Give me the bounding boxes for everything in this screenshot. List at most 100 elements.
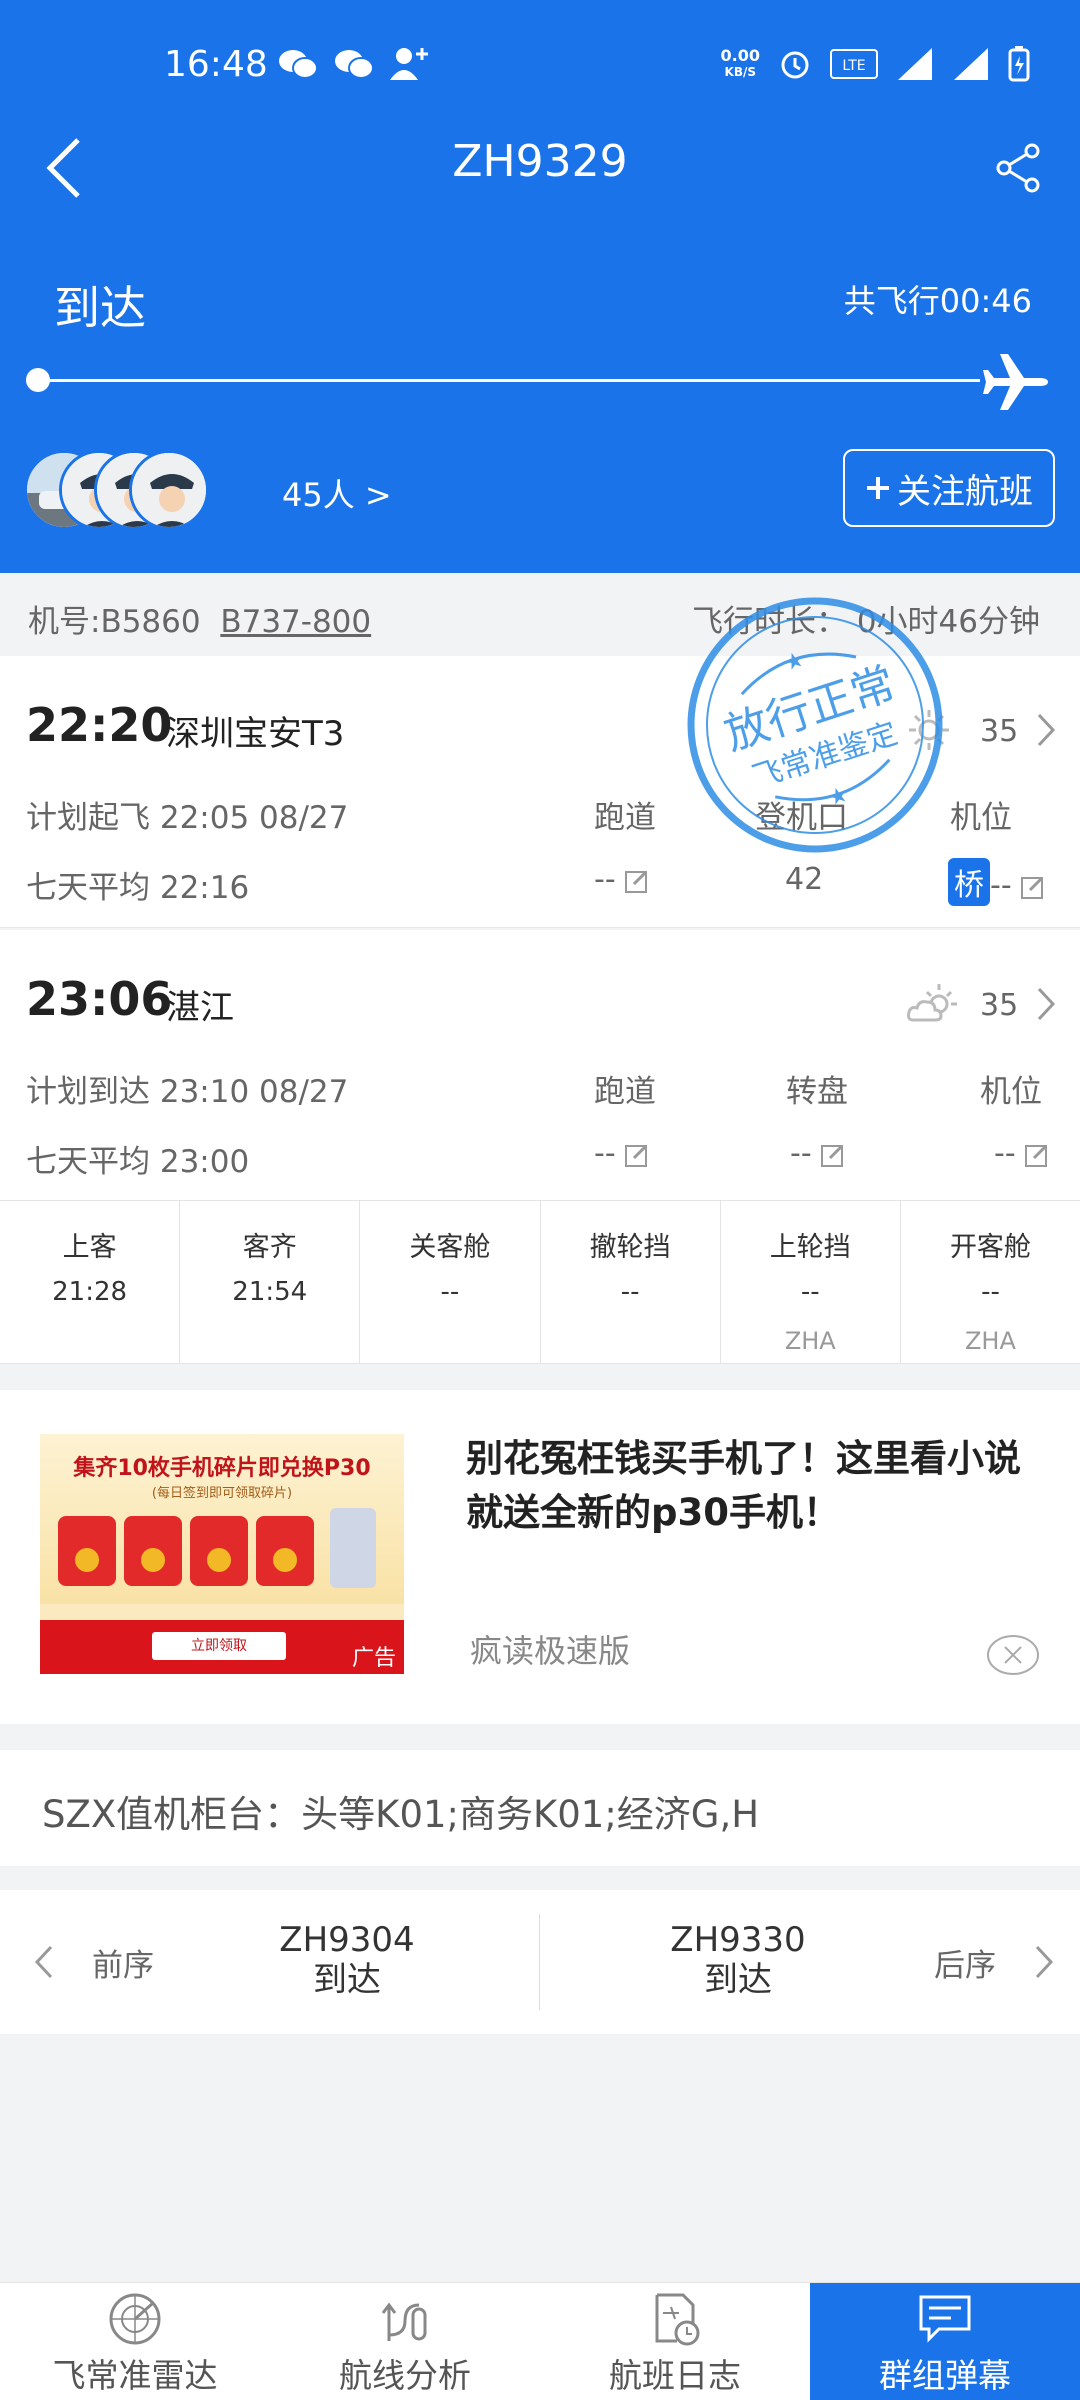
edit-icon[interactable] xyxy=(624,1142,650,1168)
boarding-progress-grid: 上客 21:28 客齐 21:54 关客舱 -- 撤轮挡 -- 上轮挡 -- ZHA 开客舱 -- ZHA xyxy=(0,1200,1080,1364)
network-speed: 0.00 KB/S xyxy=(720,46,760,80)
chevron-left-icon[interactable] xyxy=(34,1944,54,1980)
stand-header: 机位 xyxy=(950,800,1012,836)
boarding-step-label: 开客舱 xyxy=(949,1232,1031,1263)
boarding-step-label: 撤轮挡 xyxy=(589,1232,671,1263)
ad-claim-button[interactable]: 立即领取 xyxy=(152,1632,286,1660)
flight-log-icon xyxy=(655,2293,700,2346)
tab-group-chat-label: 群组弹幕 xyxy=(879,2356,1011,2395)
carousel-header: 转盘 xyxy=(786,1074,848,1110)
tab-radar-label: 飞常准雷达 xyxy=(52,2356,218,2395)
arrival-carousel[interactable]: -- xyxy=(790,1136,846,1171)
runway-header: 跑道 xyxy=(594,800,656,836)
edit-icon[interactable] xyxy=(624,868,650,894)
ad-image[interactable]: 集齐10枚手机碎片即兑换P30 (每日签到即可领取碎片) 立即领取 广告 xyxy=(40,1434,404,1674)
edit-icon[interactable] xyxy=(1020,874,1046,900)
boarding-step-label: 上客 xyxy=(62,1232,117,1263)
ad-image-subtitle: (每日签到即可领取碎片) xyxy=(151,1486,293,1501)
edit-icon[interactable] xyxy=(820,1142,846,1168)
boarding-step-time: -- xyxy=(800,1277,820,1307)
boarding-step-time: -- xyxy=(620,1277,640,1307)
flight-duration: 共飞行00:46 xyxy=(843,282,1032,320)
status-bar-system: 0.00 KB/S LTE xyxy=(721,46,1030,82)
boarding-step-label: 上轮挡 xyxy=(769,1232,851,1263)
close-ad-icon[interactable] xyxy=(986,1634,1040,1676)
aircraft-registration: 机号:B5860 xyxy=(28,604,201,640)
wechat-icon xyxy=(279,50,318,79)
jet-bridge-badge: 桥 xyxy=(948,858,990,906)
departure-runway[interactable]: -- xyxy=(594,862,650,897)
add-contact-icon xyxy=(390,48,428,80)
route-analysis-icon xyxy=(381,2302,427,2341)
aircraft-type-link[interactable]: B737-800 xyxy=(220,604,371,640)
progress-start-dot xyxy=(26,368,50,392)
chevron-right-icon[interactable] xyxy=(1036,986,1056,1022)
previous-flight[interactable]: ZH9304 到达 xyxy=(217,1920,477,2000)
next-flight-status: 到达 xyxy=(704,1960,772,2000)
status-bar-notifications xyxy=(278,46,430,82)
flight-sequence-nav: 前序 ZH9304 到达 ZH9330 到达 后序 xyxy=(0,1890,1080,2034)
arrival-seven-day-avg: 七天平均 23:00 xyxy=(26,1144,250,1180)
ad-label: 广告 xyxy=(351,1646,396,1671)
svg-text:LTE: LTE xyxy=(842,58,865,74)
chevron-right-icon[interactable] xyxy=(1036,712,1056,748)
page-title: ZH9329 xyxy=(452,136,628,187)
tab-group-chat[interactable]: 群组弹幕 xyxy=(810,2283,1080,2400)
boarding-step-time: 21:54 xyxy=(232,1277,308,1307)
departure-temperature: 35 xyxy=(980,714,1019,749)
checkin-counter-text: SZX值机柜台：头等K01;商务K01;经济G,H xyxy=(42,1793,760,1836)
tab-flight-log[interactable]: 航班日志 xyxy=(540,2283,810,2400)
departure-airport: 深圳宝安T3 xyxy=(166,714,345,754)
runway-header: 跑道 xyxy=(594,1074,656,1110)
departure-planned: 计划起飞 22:05 08/27 xyxy=(26,800,349,836)
stand-header: 机位 xyxy=(980,1074,1042,1110)
boarding-step: 撤轮挡 -- xyxy=(541,1201,721,1363)
follow-flight-label: 关注航班 xyxy=(897,471,1033,512)
plus-icon xyxy=(867,477,889,499)
arrival-airport: 湛江 xyxy=(166,988,234,1028)
volte-icon: LTE xyxy=(830,49,878,79)
flight-progress-track xyxy=(40,379,980,382)
ad-banner[interactable]: 集齐10枚手机碎片即兑换P30 (每日签到即可领取碎片) 立即领取 广告 别花冤… xyxy=(0,1390,1080,1724)
on-time-release-stamp: 放行正常 飞常准鉴定 ★ ★ xyxy=(687,597,943,853)
chevron-right-icon[interactable] xyxy=(1034,1944,1054,1980)
tab-route-analysis[interactable]: 航线分析 xyxy=(270,2283,540,2400)
previous-flight-number: ZH9304 xyxy=(279,1920,415,1960)
boarding-step-time: 21:28 xyxy=(52,1277,128,1307)
share-icon[interactable] xyxy=(994,142,1042,194)
wechat-icon xyxy=(335,50,374,79)
boarding-step-label: 关客舱 xyxy=(409,1232,491,1263)
previous-flight-status: 到达 xyxy=(313,1960,381,2000)
arrival-card[interactable]: 23:06 湛江 35 计划到达 23:10 08/27 跑道 转盘 机位 七天… xyxy=(0,930,1080,1200)
avatar xyxy=(129,450,209,530)
boarding-step: 上轮挡 -- ZHA xyxy=(721,1201,901,1363)
tab-flight-log-label: 航班日志 xyxy=(609,2356,741,2395)
arrival-runway[interactable]: -- xyxy=(594,1136,650,1171)
boarding-step-airport: ZHA xyxy=(784,1327,836,1355)
previous-flight-label[interactable]: 前序 xyxy=(92,1940,154,1985)
departure-seven-day-avg: 七天平均 22:16 xyxy=(26,870,250,906)
follower-count-link[interactable]: 45人 > xyxy=(282,470,392,516)
radar-icon xyxy=(109,2293,161,2345)
arrival-stand[interactable]: -- xyxy=(994,1136,1050,1171)
boarding-step: 关客舱 -- xyxy=(360,1201,541,1363)
svg-text:★: ★ xyxy=(825,782,851,812)
ad-title[interactable]: 别花冤枉钱买手机了！这里看小说就送全新的p30手机！ xyxy=(466,1432,1046,1540)
next-flight-number: ZH9330 xyxy=(670,1920,806,1960)
airplane-icon xyxy=(983,354,1048,410)
partly-cloudy-icon xyxy=(907,984,957,1022)
ad-source: 疯读极速版 xyxy=(470,1632,631,1670)
arrival-time: 23:06 xyxy=(26,972,173,1026)
follow-flight-button[interactable]: 关注航班 xyxy=(843,449,1055,527)
next-flight-label[interactable]: 后序 xyxy=(934,1940,996,1985)
bottom-tab-bar: 飞常准雷达 航线分析 航班日志 群组弹幕 xyxy=(0,2282,1080,2400)
boarding-step-time: -- xyxy=(440,1277,460,1307)
next-flight[interactable]: ZH9330 到达 xyxy=(608,1920,868,2000)
battery-icon xyxy=(1008,46,1030,82)
tab-radar[interactable]: 飞常准雷达 xyxy=(0,2283,270,2400)
departure-stand[interactable]: 桥 -- xyxy=(948,858,1046,906)
group-chat-icon xyxy=(919,2295,971,2343)
ad-image-title: 集齐10枚手机碎片即兑换P30 xyxy=(73,1456,371,1481)
edit-icon[interactable] xyxy=(1024,1142,1050,1168)
flight-status: 到达 xyxy=(54,281,146,335)
